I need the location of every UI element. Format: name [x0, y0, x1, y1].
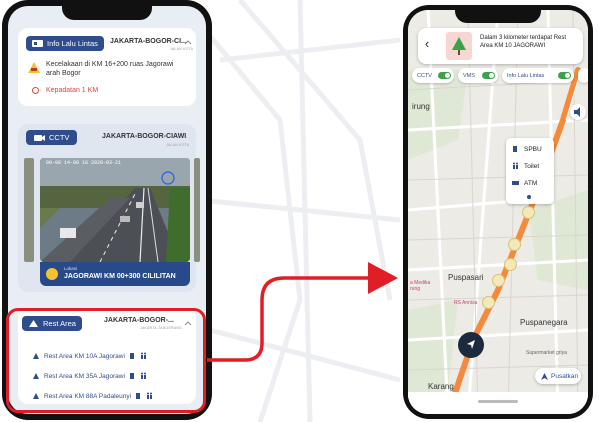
camera-icon — [34, 135, 45, 141]
density-text: Kepadatan 1 KM — [46, 87, 99, 94]
toggle-switch[interactable] — [558, 72, 571, 79]
rest-area-marker[interactable] — [522, 206, 535, 219]
traffic-info-icon — [32, 40, 43, 47]
toggle-switch[interactable] — [482, 72, 495, 79]
fuel-icon — [513, 146, 517, 152]
rest-area-marker[interactable] — [508, 238, 521, 251]
amenity-spbu-label: SPBU — [524, 145, 542, 153]
cctv-video-feed[interactable]: 00-00 14-08 18 2020-03-21 — [40, 158, 190, 262]
chevron-up-icon[interactable] — [184, 39, 192, 45]
cctv-chip[interactable]: CCTV — [26, 130, 78, 145]
cctv-location-name: JAGORAWI KM 00+300 CILILITAN — [64, 273, 176, 280]
phone-notch — [455, 5, 541, 23]
bottom-bar — [408, 392, 588, 414]
cctv-next-feed[interactable] — [194, 158, 200, 262]
navigate-button[interactable] — [458, 332, 484, 358]
traffic-info-chip-label: Info Lalu Lintas — [47, 39, 98, 48]
alert-banner-text: Dalam 3 kilometer terdapat Rest Area KM … — [480, 35, 567, 49]
toilet-icon — [513, 162, 518, 169]
map-label-medika: a Medika rung — [410, 280, 431, 292]
amenity-atm-label: ATM — [524, 179, 538, 187]
amenity-toilet: Toilet — [512, 162, 539, 170]
rest-area-alert-banner[interactable]: ‹ Dalam 3 kilometer terdapat Rest Area K… — [418, 28, 583, 64]
tree-icon — [452, 37, 466, 55]
navigation-arrow-icon — [467, 340, 475, 349]
cctv-toggle[interactable]: CCTV — [412, 68, 454, 83]
atm-icon — [512, 181, 519, 185]
highway-camera-image — [40, 158, 190, 262]
map-label-puspanegara: Puspanegara — [520, 318, 568, 327]
cctv-sub: JALAN KOTA — [166, 143, 190, 147]
amenity-spbu: SPBU — [512, 145, 542, 153]
map-label-rs-annisa: RS Annisa — [454, 300, 478, 306]
cctv-chip-label: CCTV — [49, 133, 70, 142]
location-icon — [46, 268, 58, 280]
speaker-icon — [574, 107, 580, 117]
traffic-info-sub: JALAN KOTA — [170, 47, 194, 51]
density-icon — [32, 87, 39, 94]
more-toggle[interactable] — [578, 68, 588, 83]
right-phone-screen: ‹ Dalam 3 kilometer terdapat Rest Area K… — [408, 10, 588, 414]
rest-area-marker[interactable] — [504, 258, 517, 271]
traffic-info-toggle[interactable]: Info Lalu Lintas — [502, 68, 574, 83]
traffic-info-road: JAKARTA-BOGOR-CI... — [110, 38, 187, 45]
right-phone: ‹ Dalam 3 kilometer terdapat Rest Area K… — [403, 5, 593, 419]
incident-text: Kecelakaan di KM 16+200 ruas Jagorawi ar… — [46, 61, 174, 77]
layer-toggles: CCTV VMS Info Lalu Lintas — [412, 68, 588, 84]
rest-area-highlight — [6, 308, 206, 413]
center-map-button-label: Pusatkan — [551, 372, 579, 380]
amenity-atm: ATM — [512, 179, 537, 187]
cctv-toggle-label: CCTV — [417, 72, 432, 79]
rest-area-thumbnail — [446, 32, 472, 60]
popup-dot-icon — [527, 195, 531, 199]
vms-toggle[interactable]: VMS — [458, 68, 498, 83]
cctv-location-label: Lokasi — [64, 266, 78, 271]
cctv-location-box: Lokasi JAGORAWI KM 00+300 CILILITAN — [40, 262, 190, 286]
rest-area-marker[interactable] — [482, 296, 495, 309]
cctv-card[interactable]: CCTV JAKARTA-BOGOR-CIAWI JALAN KOTA 00-0… — [18, 124, 200, 292]
phone-notch — [62, 0, 152, 20]
map-label-puspasari: Puspasari — [448, 273, 484, 282]
center-map-button[interactable]: Pusatkan — [535, 368, 581, 384]
location-arrow-icon — [541, 372, 548, 380]
vms-toggle-label: VMS — [463, 72, 475, 79]
amenity-toilet-label: Toilet — [524, 162, 540, 170]
traffic-info-toggle-label: Info Lalu Lintas — [507, 72, 545, 79]
map-label-karang: Karang — [428, 382, 454, 391]
traffic-info-card[interactable]: Info Lalu Lintas JAKARTA-BOGOR-CI... JAL… — [18, 28, 196, 106]
home-indicator[interactable] — [478, 400, 518, 403]
toggle-switch[interactable] — [438, 72, 451, 79]
map-label-supermarket: Supermarket griya — [526, 350, 567, 356]
back-arrow-icon[interactable]: ‹ — [420, 34, 434, 54]
cctv-prev-feed[interactable] — [24, 158, 34, 262]
cctv-road: JAKARTA-BOGOR-CIAWI — [102, 133, 187, 140]
map-label-cirung: irung — [412, 102, 430, 111]
rest-area-marker[interactable] — [492, 274, 505, 287]
sound-button[interactable] — [570, 104, 586, 120]
traffic-info-chip[interactable]: Info Lalu Lintas — [26, 36, 104, 51]
amenities-popup[interactable]: SPBU Toilet ATM — [506, 138, 554, 204]
accident-icon — [28, 62, 40, 73]
cctv-timestamp: 00-00 14-08 18 2020-03-21 — [46, 160, 122, 166]
